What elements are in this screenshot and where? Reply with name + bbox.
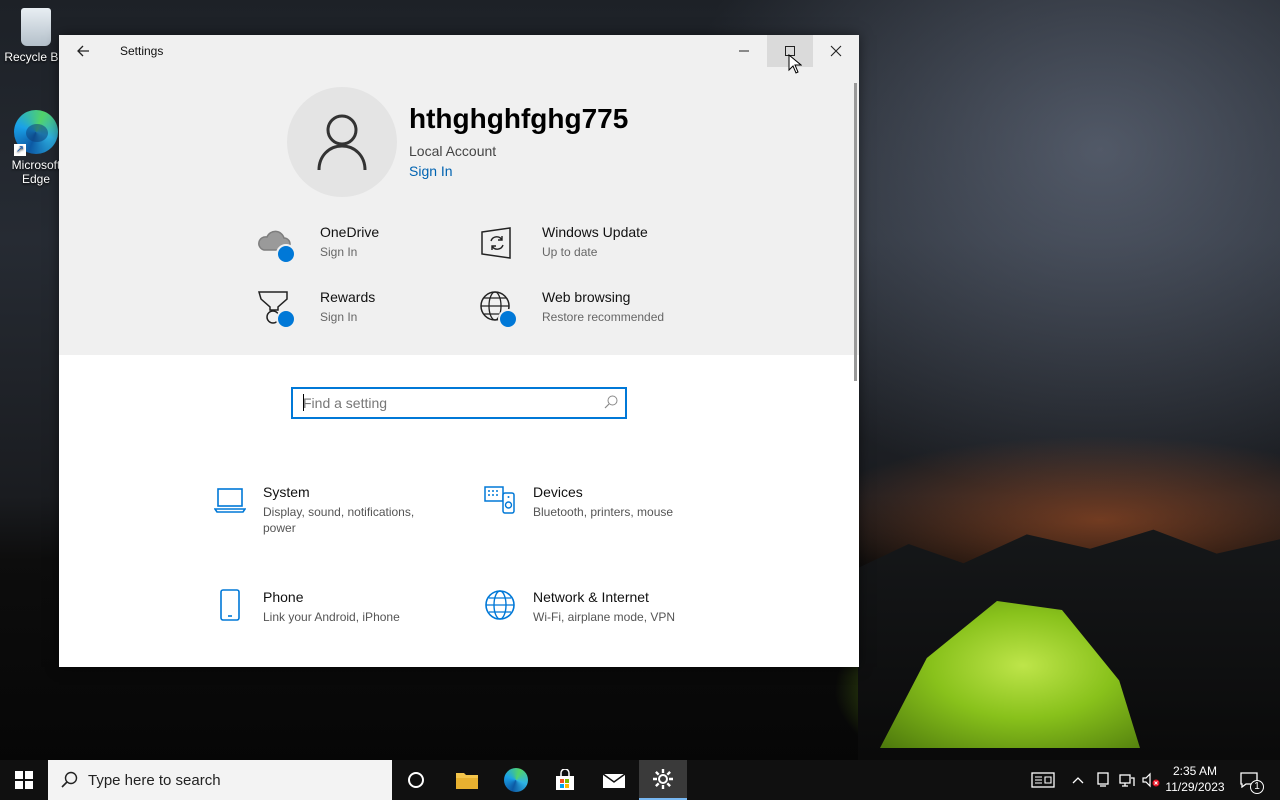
shortcut-arrow-icon: ↗	[14, 144, 26, 156]
store-icon	[556, 769, 574, 790]
taskbar-search-box[interactable]: Type here to search	[48, 760, 392, 800]
tile-name: Web browsing	[542, 289, 631, 305]
desktop-icon-label: Microsoft Edge	[11, 158, 61, 186]
show-hidden-icons-button[interactable]	[1066, 760, 1090, 800]
tile-name: Rewards	[320, 289, 376, 305]
find-setting-input[interactable]	[301, 392, 595, 414]
category-description: Wi-Fi, airplane mode, VPN	[533, 610, 676, 624]
status-badge	[276, 309, 296, 329]
phone-icon	[220, 589, 240, 621]
avatar[interactable]	[287, 87, 397, 197]
mouse-cursor-icon	[788, 54, 802, 74]
category-name: Network & Internet	[533, 589, 649, 605]
action-center-button[interactable]: 1	[1234, 760, 1264, 800]
clock[interactable]: 2:35 AM 11/29/2023	[1162, 764, 1228, 794]
tile-name: Windows Update	[542, 224, 648, 240]
cortana-icon	[408, 772, 424, 788]
tile-status: Restore recommended	[542, 310, 665, 324]
tray-device-button[interactable]	[1092, 760, 1114, 800]
user-icon	[317, 114, 367, 171]
tile-name: OneDrive	[320, 224, 380, 240]
notification-count-badge: 1	[1250, 780, 1264, 794]
tile-web-browsing[interactable]: Web browsing Restore recommended	[478, 289, 688, 345]
settings-window: Settings hthghghfghg775 Local Account Si…	[59, 35, 859, 667]
back-button[interactable]	[67, 35, 99, 67]
recycle-bin-icon	[21, 8, 51, 46]
status-badge	[498, 309, 518, 329]
window-title: Settings	[120, 44, 164, 58]
category-network-internet[interactable]: Network & Internet Wi-Fi, airplane mode,…	[484, 589, 724, 649]
tile-rewards[interactable]: Rewards Sign In	[256, 289, 466, 345]
edge-icon: ↗	[14, 110, 58, 156]
category-name: Phone	[263, 589, 304, 605]
close-icon	[830, 45, 842, 57]
taskbar-edge[interactable]	[494, 760, 538, 800]
taskbar-settings[interactable]	[639, 760, 687, 800]
tile-windows-update[interactable]: Windows Update Up to date	[478, 224, 688, 280]
taskbar-mail[interactable]	[592, 760, 636, 800]
category-system[interactable]: System Display, sound, notifications, po…	[214, 484, 454, 544]
category-name: Devices	[533, 484, 583, 500]
volume-button[interactable]	[1140, 760, 1162, 800]
title-bar[interactable]: Settings	[59, 35, 859, 67]
taskbar: Type here to search 2:35 AM 11/29/2023 1	[0, 760, 1280, 800]
sign-in-link[interactable]: Sign In	[409, 163, 453, 179]
category-description: Bluetooth, printers, mouse	[533, 505, 674, 519]
news-icon	[1031, 772, 1055, 788]
settings-search-box[interactable]	[291, 387, 627, 419]
device-icon	[1097, 772, 1109, 787]
tile-status: Sign In	[320, 245, 358, 259]
text-caret	[303, 394, 304, 411]
account-type: Local Account	[409, 143, 497, 159]
laptop-icon	[214, 488, 246, 513]
tile-onedrive[interactable]: OneDrive Sign In	[256, 224, 466, 280]
windows-update-icon	[481, 227, 511, 259]
mail-icon	[602, 773, 626, 788]
clock-date: 11/29/2023	[1165, 780, 1225, 794]
account-username: hthghghfghg775	[409, 103, 629, 134]
status-badge	[276, 244, 296, 264]
network-icon	[1119, 774, 1135, 787]
back-arrow-icon	[77, 45, 89, 57]
scrollbar[interactable]	[854, 83, 857, 381]
file-explorer-icon	[456, 773, 478, 789]
network-status-button[interactable]	[1116, 760, 1138, 800]
settings-gear-icon	[653, 769, 673, 789]
taskbar-file-explorer[interactable]	[445, 760, 489, 800]
edge-icon	[504, 768, 528, 792]
category-description: Link your Android, iPhone	[263, 610, 400, 624]
volume-muted-icon	[1142, 772, 1160, 788]
news-widget-button[interactable]	[1028, 760, 1058, 800]
tile-status: Sign In	[320, 310, 358, 324]
windows-logo-icon	[15, 771, 33, 789]
taskbar-search-placeholder: Type here to search	[88, 771, 221, 789]
category-phone[interactable]: Phone Link your Android, iPhone	[214, 589, 454, 649]
cortana-button[interactable]	[396, 760, 436, 800]
clock-time: 2:35 AM	[1172, 764, 1218, 778]
start-button[interactable]	[0, 760, 48, 800]
minimize-icon	[739, 50, 749, 52]
network-globe-icon	[485, 590, 515, 620]
category-description: Display, sound, notifications, power	[263, 505, 415, 535]
tile-status: Up to date	[542, 245, 598, 259]
category-devices[interactable]: Devices Bluetooth, printers, mouse	[484, 484, 724, 544]
minimize-button[interactable]	[721, 35, 767, 67]
devices-icon	[484, 486, 515, 514]
search-icon	[61, 771, 78, 788]
account-hero: hthghghfghg775 Local Account Sign In One…	[59, 67, 859, 355]
search-icon[interactable]	[603, 394, 619, 410]
taskbar-store[interactable]	[543, 760, 587, 800]
close-button[interactable]	[813, 35, 859, 67]
category-name: System	[263, 484, 310, 500]
chevron-up-icon	[1072, 777, 1084, 784]
